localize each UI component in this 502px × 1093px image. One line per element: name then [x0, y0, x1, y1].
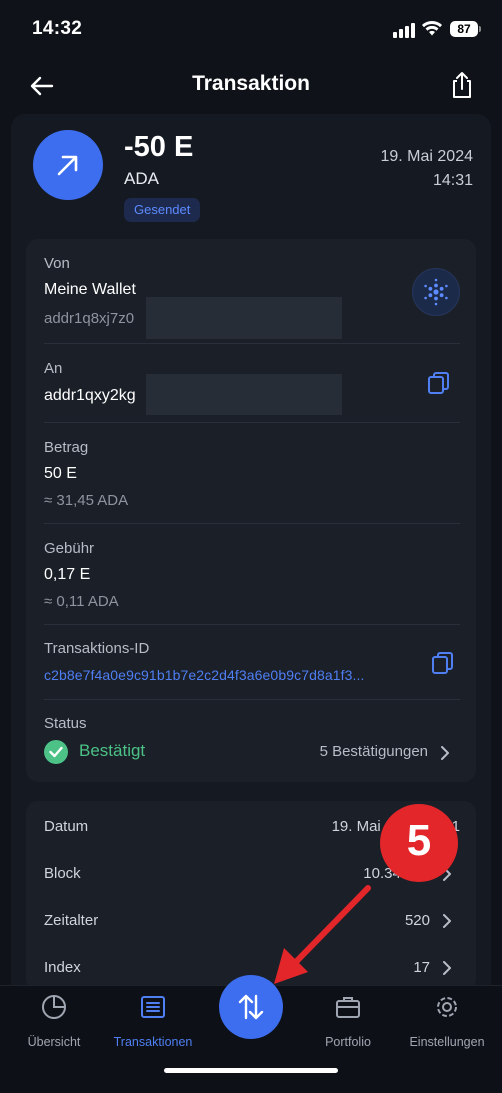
- transaction-amount: -50 E: [124, 131, 194, 163]
- chevron-right-icon: [443, 914, 451, 928]
- wifi-icon: [422, 21, 442, 36]
- briefcase-icon: [336, 997, 360, 1018]
- meta-row-label: Block: [44, 865, 81, 882]
- divider: [44, 523, 460, 524]
- app-header: Transaktion: [0, 58, 502, 114]
- battery-tip: [479, 26, 481, 32]
- tab-portfolio[interactable]: Portfolio: [298, 994, 398, 1054]
- amount-value: 50 E: [44, 465, 77, 482]
- transaction-currency: ADA: [124, 169, 159, 188]
- fee-value: 0,17 E: [44, 566, 91, 583]
- cardano-icon: [424, 278, 448, 306]
- redaction-box: [146, 297, 342, 339]
- cardano-logo-icon[interactable]: [412, 268, 460, 316]
- amount-label: Betrag: [44, 439, 89, 456]
- annotation-marker: 5: [380, 804, 458, 882]
- arrow-up-right-icon: [57, 155, 78, 176]
- tab-transactions[interactable]: Transaktionen: [103, 994, 203, 1054]
- meta-row-label: Zeitalter: [44, 912, 99, 929]
- from-wallet-name: Meine Wallet: [44, 281, 136, 298]
- status-value: Bestätigt: [79, 741, 146, 760]
- status-badge: Gesendet: [124, 198, 201, 222]
- divider: [44, 624, 460, 625]
- fee-fiat: ≈ 0,11 ADA: [44, 593, 119, 610]
- meta-row-value: 520: [404, 912, 430, 929]
- from-label: Von: [44, 255, 70, 272]
- to-label: An: [44, 360, 63, 377]
- tab-overview[interactable]: Übersicht: [4, 994, 104, 1054]
- tab-label: Transaktionen: [113, 1035, 193, 1049]
- copy-icon[interactable]: [426, 370, 452, 396]
- transaction-time: 14:31: [432, 172, 473, 189]
- tab-settings[interactable]: Einstellungen: [397, 994, 497, 1054]
- annotation-arrow-icon: [274, 885, 371, 984]
- list-icon: [141, 996, 165, 1018]
- divider: [44, 343, 460, 344]
- details-card: Von Meine Wallet addr1q8xj7z0 An addr1qx…: [26, 239, 476, 782]
- fee-label: Gebühr: [44, 540, 95, 557]
- tab-label: Einstellungen: [409, 1035, 485, 1049]
- gear-icon: [437, 997, 457, 1017]
- meta-row-value: 17: [413, 959, 430, 976]
- txid-link[interactable]: c2b8e7f4a0e9c91b1b7e2c2d4f3a6e0b9c7d8a1f…: [44, 667, 364, 683]
- transaction-date: 19. Mai 2024: [380, 148, 473, 165]
- status-label: Status: [44, 715, 87, 732]
- to-address: addr1qxy2kg: [44, 387, 136, 404]
- confirmations-count: 5 Bestätigungen: [319, 743, 428, 760]
- amount-fiat: ≈ 31,45 ADA: [44, 492, 129, 509]
- share-icon[interactable]: [448, 70, 476, 100]
- redaction-box: [146, 374, 342, 415]
- battery-icon: 87: [450, 21, 478, 37]
- meta-row-label: Datum: [44, 818, 89, 835]
- annotation-number: 5: [406, 816, 432, 865]
- status-row[interactable]: Bestätigt 5 Bestätigungen: [44, 739, 458, 767]
- check-circle-icon: [44, 740, 68, 764]
- copy-icon[interactable]: [430, 650, 456, 676]
- meta-row-label: Index: [44, 959, 81, 976]
- home-indicator: [164, 1068, 338, 1073]
- divider: [44, 699, 460, 700]
- pie-chart-icon: [42, 995, 66, 1019]
- txid-label: Transaktions-ID: [44, 640, 150, 657]
- from-address: addr1q8xj7z0: [44, 310, 135, 327]
- status-bar: 14:32 87: [0, 0, 502, 60]
- page-title: Transaktion: [192, 72, 310, 95]
- status-time: 14:32: [32, 18, 83, 39]
- sent-avatar: [33, 130, 103, 200]
- cellular-signal-icon: [393, 22, 415, 38]
- divider: [44, 422, 460, 423]
- swap-arrows-icon: [238, 994, 264, 1020]
- chevron-right-icon: [443, 961, 451, 975]
- swap-button[interactable]: [219, 975, 283, 1039]
- chevron-right-icon: [441, 746, 449, 760]
